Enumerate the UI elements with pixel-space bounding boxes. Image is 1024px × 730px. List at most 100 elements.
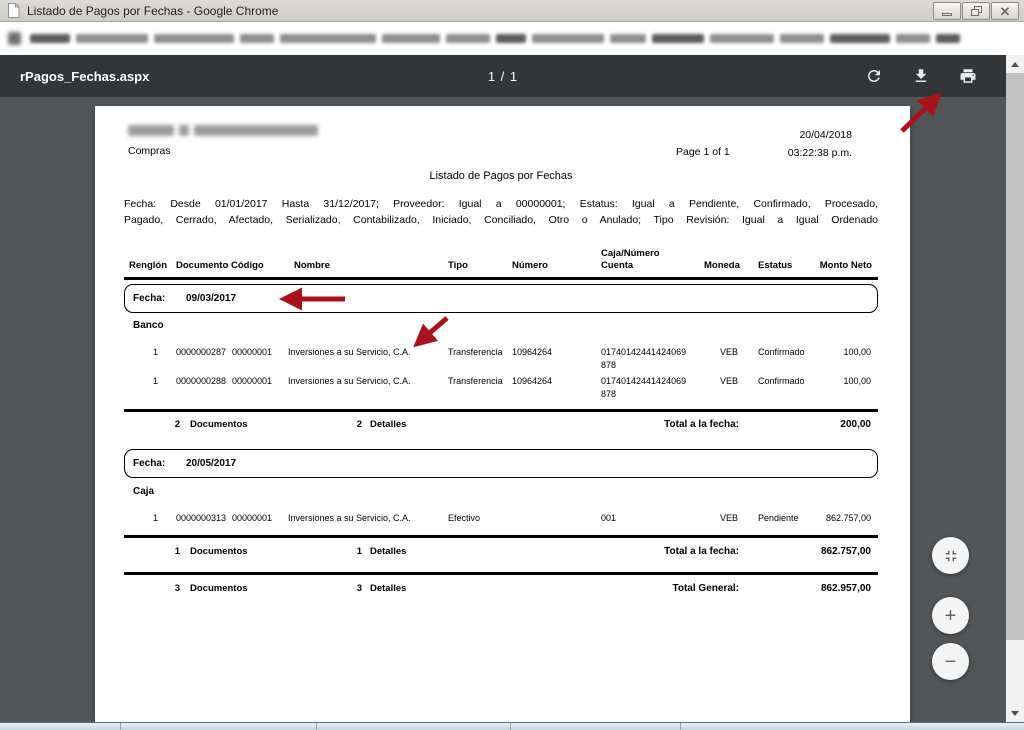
redacted-url-text [30,34,960,43]
total-fecha-amount: 200,00 [731,419,871,430]
report-filters: Fecha: Desde 01/01/2017 Hasta 31/12/2017… [124,196,878,228]
column-moneda: Moneda [702,260,756,272]
doc-label: Documentos [190,546,248,557]
section-banco: Banco [133,320,164,331]
table-row: 1 0000000313 00000001 Inversiones a su S… [124,512,878,525]
restore-button[interactable] [962,2,990,20]
redacted-favicon [8,32,21,45]
column-renglon: Renglón [124,260,170,272]
total-fecha-label: Total a la fecha: [564,546,739,557]
group-rule [124,409,878,412]
header-underline [124,277,878,280]
cell-tipo: Efectivo [446,512,510,525]
report-module: Compras [128,145,171,157]
total-general-amount: 862.957,00 [731,583,871,594]
cell-documento: 0000000288 [170,375,228,401]
group-rule [124,535,878,538]
cell-codigo: 00000001 [228,375,286,401]
cell-documento: 0000000287 [170,346,228,372]
cell-tipo: Transferencia [446,375,510,401]
grand-total-row: 3 Documentos 3 Detalles Total General: 8… [124,583,878,597]
minus-icon: − [945,652,957,672]
report-datetime: 20/04/2018 03:22:38 p.m. [652,126,852,162]
det-count: 3 [332,583,362,594]
det-label: Detalles [370,546,406,557]
fecha-value: 09/03/2017 [186,293,236,304]
grand-total-rule [124,572,878,575]
restore-icon [971,6,982,16]
det-label: Detalles [370,583,406,594]
pdf-toolbar: rPagos_Fechas.aspx 1 / 1 [0,55,1006,97]
table-rows-group-1: 1 0000000287 00000001 Inversiones a su S… [124,346,878,404]
taskbar-edge [0,722,1024,730]
doc-label: Documentos [190,419,248,430]
address-bar[interactable] [0,22,1024,55]
fit-to-page-icon [942,547,960,565]
cell-monto: 100,00 [817,375,878,401]
scrollbar-thumb[interactable] [1006,73,1024,640]
scrollbar-top-gap [1006,22,1024,55]
det-count: 1 [332,546,362,557]
scroll-up-button[interactable] [1006,55,1024,73]
scroll-up-icon [1011,62,1019,67]
total-general-label: Total General: [564,583,739,594]
total-fecha-label: Total a la fecha: [564,419,739,430]
cell-nombre: Inversiones a su Servicio, C.A. [286,512,446,525]
close-button[interactable]: ✕ [991,2,1019,20]
cell-caja-cuenta: 01740142441424069878 [599,346,702,372]
report-page: Compras Page 1 of 1 20/04/2018 03:22:38 … [95,106,910,722]
zoom-out-button[interactable]: − [932,643,969,680]
fecha-value: 20/05/2017 [186,458,236,469]
window-titlebar: Listado de Pagos por Fechas - Google Chr… [0,0,1024,22]
redacted-company-name [128,125,318,136]
doc-label: Documentos [190,583,248,594]
column-numero: Número [510,260,599,272]
cell-nombre: Inversiones a su Servicio, C.A. [286,346,446,372]
cell-estatus: Confirmado [756,346,817,372]
print-button[interactable] [958,66,978,86]
doc-count: 1 [150,546,180,557]
column-estatus: Estatus [756,260,817,272]
filter-line-2: Pagado, Cerrado, Afectado, Serializado, … [124,212,878,228]
page-indicator: 1 / 1 [0,69,1006,84]
download-icon [912,67,930,85]
cell-caja-cuenta: 001 [599,512,702,525]
cell-renglon: 1 [124,375,170,401]
rotate-button[interactable] [864,66,884,86]
vertical-scrollbar[interactable] [1006,55,1024,722]
pdf-viewer-area: Compras Page 1 of 1 20/04/2018 03:22:38 … [0,97,1006,722]
column-monto-neto: Monto Neto [817,260,878,272]
table-header-row: Renglón Documento Código Nombre Tipo Núm… [124,248,878,272]
cell-numero: 10964264 [510,375,599,401]
cell-moneda: VEB [702,346,756,372]
minimize-button[interactable] [933,2,961,20]
section-caja: Caja [133,486,154,497]
cell-renglon: 1 [124,512,170,525]
cell-documento: 0000000313 [170,512,228,525]
cell-moneda: VEB [702,375,756,401]
rotate-icon [865,67,883,85]
scroll-down-button[interactable] [1006,704,1024,722]
cell-numero: 10964264 [510,346,599,372]
cell-estatus: Confirmado [756,375,817,401]
column-tipo: Tipo [446,260,510,272]
fecha-label: Fecha: [133,458,165,469]
det-count: 2 [332,419,362,430]
table-row: 1 0000000288 00000001 Inversiones a su S… [124,375,878,401]
table-rows-group-2: 1 0000000313 00000001 Inversiones a su S… [124,512,878,528]
doc-count: 3 [150,583,180,594]
fit-page-button[interactable] [932,537,969,574]
cell-moneda: VEB [702,512,756,525]
table-row: 1 0000000287 00000001 Inversiones a su S… [124,346,878,372]
window-title: Listado de Pagos por Fechas - Google Chr… [27,4,278,18]
cell-renglon: 1 [124,346,170,372]
zoom-in-button[interactable]: + [932,597,969,634]
print-icon [959,67,977,85]
column-documento: Documento [170,260,228,272]
plus-icon: + [945,606,957,626]
scroll-down-icon [1011,711,1019,716]
group-totals-row: 2 Documentos 2 Detalles Total a la fecha… [124,419,878,433]
column-codigo: Código [228,260,286,272]
download-button[interactable] [911,66,931,86]
report-print-time: 03:22:38 p.m. [652,144,852,162]
